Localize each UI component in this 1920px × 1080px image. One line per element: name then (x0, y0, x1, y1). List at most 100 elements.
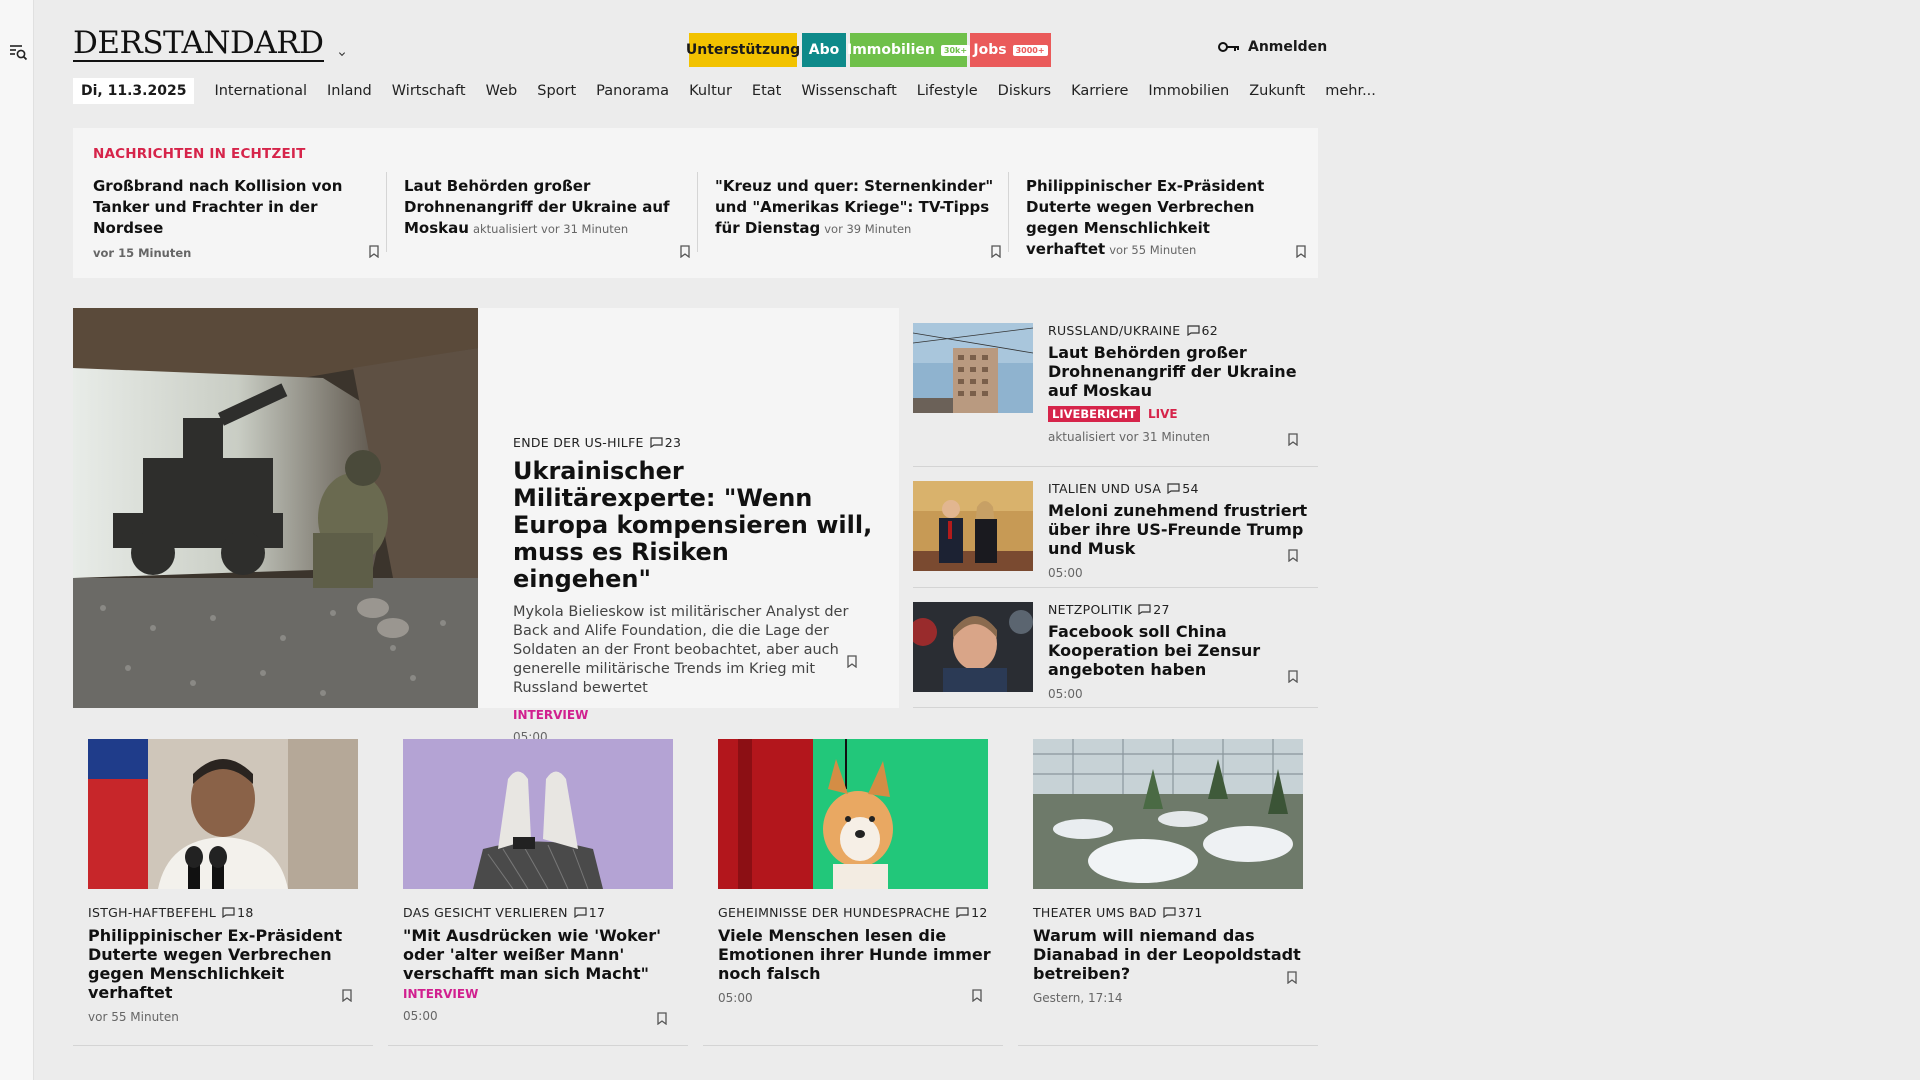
live-row: LIVEBERICHT LIVE (1048, 406, 1308, 422)
comment-icon (1163, 907, 1176, 918)
card-kicker-label: THEATER UMS BAD (1033, 905, 1157, 920)
bookmark-icon[interactable] (972, 989, 982, 1002)
article-card-title[interactable]: Warum will niemand das Dianabad in der L… (1033, 926, 1308, 983)
nav-item-lifestyle[interactable]: Lifestyle (907, 83, 988, 99)
main-nav: Di, 11.3.2025 International Inland Wirts… (73, 77, 1386, 105)
article-card[interactable]: THEATER UMS BAD 371 Warum will niemand d… (1018, 724, 1318, 1046)
side-article-title[interactable]: Facebook soll China Kooperation bei Zens… (1048, 622, 1308, 679)
nav-item-more[interactable]: mehr... (1315, 83, 1386, 99)
side-article-title[interactable]: Laut Behörden großer Drohnenangriff der … (1048, 343, 1308, 400)
nav-item-web[interactable]: Web (476, 83, 528, 99)
nav-item-etat[interactable]: Etat (742, 83, 791, 99)
article-card-text: THEATER UMS BAD 371 Warum will niemand d… (1033, 905, 1308, 1005)
article-card-title[interactable]: Viele Menschen lesen die Emotionen ihrer… (718, 926, 993, 983)
menu-search-icon[interactable] (8, 42, 28, 62)
bookmark-icon[interactable] (680, 245, 690, 258)
side-article[interactable]: RUSSLAND/UKRAINE 62 Laut Behörden großer… (913, 323, 1318, 467)
article-card[interactable]: DAS GESICHT VERLIEREN 17 "Mit Ausdrücken… (388, 724, 688, 1046)
logo[interactable]: DERSTANDARD (73, 28, 324, 62)
comment-count[interactable]: 17 (574, 905, 606, 920)
ticker-item[interactable]: Laut Behörden großer Drohnenangriff der … (386, 172, 694, 260)
side-article-image[interactable] (913, 323, 1033, 413)
side-article-text: RUSSLAND/UKRAINE 62 Laut Behörden großer… (1048, 323, 1308, 444)
nav-item-wirtschaft[interactable]: Wirtschaft (382, 83, 476, 99)
nav-item-karriere[interactable]: Karriere (1061, 83, 1138, 99)
comment-count-value: 23 (664, 435, 682, 450)
nav-item-kultur[interactable]: Kultur (679, 83, 742, 99)
bookmark-icon[interactable] (991, 245, 1001, 258)
nav-item-panorama[interactable]: Panorama (586, 83, 679, 99)
nav-item-zukunft[interactable]: Zukunft (1239, 83, 1315, 99)
jobs-button[interactable]: Jobs 3000+ (970, 33, 1051, 67)
article-card-image[interactable] (718, 739, 988, 889)
hero-image[interactable] (73, 308, 478, 708)
ticker-item[interactable]: Großbrand nach Kollision von Tanker und … (93, 176, 383, 260)
immobilien-button[interactable]: Immobilien 30k+ (847, 33, 971, 67)
article-card-title[interactable]: Philippinischer Ex-Präsident Duterte weg… (88, 926, 363, 1002)
ticker-item-time: vor 55 Minuten (1109, 243, 1197, 257)
side-article[interactable]: NETZPOLITIK 27 Facebook soll China Koope… (913, 602, 1318, 708)
jobs-badge: 3000+ (1012, 44, 1048, 56)
login-button[interactable]: Anmelden (1218, 39, 1327, 55)
bookmark-icon[interactable] (1288, 433, 1298, 446)
bookmark-icon[interactable] (1288, 670, 1298, 683)
comment-icon (1167, 483, 1180, 494)
hero-description: Mykola Bielieskow ist militärischer Anal… (513, 604, 849, 696)
nav-item-international[interactable]: International (204, 83, 317, 99)
bookmark-icon[interactable] (657, 1012, 667, 1025)
card-kicker: DAS GESICHT VERLIEREN 17 (403, 905, 678, 920)
ticker-item[interactable]: Philippinischer Ex-Präsident Duterte weg… (1008, 172, 1306, 260)
card-kicker-label: GEHEIMNISSE DER HUNDESPRACHE (718, 905, 951, 920)
comment-count[interactable]: 18 (222, 905, 254, 920)
article-card-text: DAS GESICHT VERLIEREN 17 "Mit Ausdrücken… (403, 905, 678, 1023)
support-button[interactable]: Unterstützung (686, 33, 800, 67)
ticker-item[interactable]: "Kreuz und quer: Sternenkinder" und "Ame… (697, 172, 1005, 260)
article-card-text: ISTGH-HAFTBEFEHL 18 Philippinischer Ex-P… (88, 905, 363, 1024)
chevron-down-icon[interactable] (336, 50, 348, 62)
ticker-item-title: Großbrand nach Kollision von Tanker und … (93, 177, 343, 237)
side-article-text: ITALIEN UND USA 54 Meloni zunehmend frus… (1048, 481, 1308, 580)
article-card[interactable]: GEHEIMNISSE DER HUNDESPRACHE 12 Viele Me… (703, 724, 1003, 1046)
card-kicker-label: DAS GESICHT VERLIEREN (403, 905, 568, 920)
article-card-title[interactable]: "Mit Ausdrücken wie 'Woker' oder 'alter … (403, 926, 678, 983)
comment-count[interactable]: 54 (1167, 481, 1199, 496)
nav-item-immobilien[interactable]: Immobilien (1138, 83, 1239, 99)
article-card-time: vor 55 Minuten (88, 1010, 179, 1024)
interview-tag: INTERVIEW (513, 708, 589, 722)
side-rail (0, 0, 34, 1080)
hero-article[interactable]: ENDE DER US-HILFE 23 Ukrainischer Militä… (73, 308, 899, 744)
comment-count[interactable]: 27 (1138, 602, 1170, 617)
card-kicker-label: ISTGH-HAFTBEFEHL (88, 905, 217, 920)
bookmark-icon[interactable] (847, 655, 857, 668)
nav-item-wissenschaft[interactable]: Wissenschaft (791, 83, 906, 99)
comment-count-value: 17 (588, 905, 606, 920)
comment-count-value: 12 (971, 905, 988, 920)
article-card[interactable]: ISTGH-HAFTBEFEHL 18 Philippinischer Ex-P… (73, 724, 373, 1046)
comment-count[interactable]: 12 (956, 905, 988, 920)
article-card-image[interactable] (88, 739, 358, 889)
bookmark-icon[interactable] (342, 989, 352, 1002)
nav-item-diskurs[interactable]: Diskurs (988, 83, 1061, 99)
bookmark-icon[interactable] (1288, 549, 1298, 562)
bookmark-icon[interactable] (1287, 971, 1297, 984)
bookmark-icon[interactable] (1296, 245, 1306, 258)
bookmark-icon[interactable] (369, 245, 379, 258)
nav-item-inland[interactable]: Inland (317, 83, 382, 99)
live-label: LIVE (1148, 407, 1178, 421)
side-article-title[interactable]: Meloni zunehmend frustriert über ihre US… (1048, 501, 1308, 558)
comment-count[interactable]: 371 (1163, 905, 1203, 920)
comment-count-value: 27 (1153, 602, 1170, 617)
card-kicker: GEHEIMNISSE DER HUNDESPRACHE 12 (718, 905, 993, 920)
article-card-image[interactable] (1033, 739, 1303, 889)
abo-button[interactable]: Abo (802, 33, 846, 67)
comment-count[interactable]: 62 (1186, 323, 1219, 338)
side-kicker: NETZPOLITIK 27 (1048, 602, 1308, 617)
side-article[interactable]: ITALIEN UND USA 54 Meloni zunehmend frus… (913, 481, 1318, 588)
comment-icon (956, 907, 969, 918)
article-card-image[interactable] (403, 739, 673, 889)
hero-title[interactable]: Ukrainischer Militärexperte: "Wenn Europ… (513, 458, 873, 593)
side-article-image[interactable] (913, 481, 1033, 571)
side-article-image[interactable] (913, 602, 1033, 692)
nav-item-sport[interactable]: Sport (527, 83, 586, 99)
comment-count[interactable]: 23 (650, 435, 682, 450)
